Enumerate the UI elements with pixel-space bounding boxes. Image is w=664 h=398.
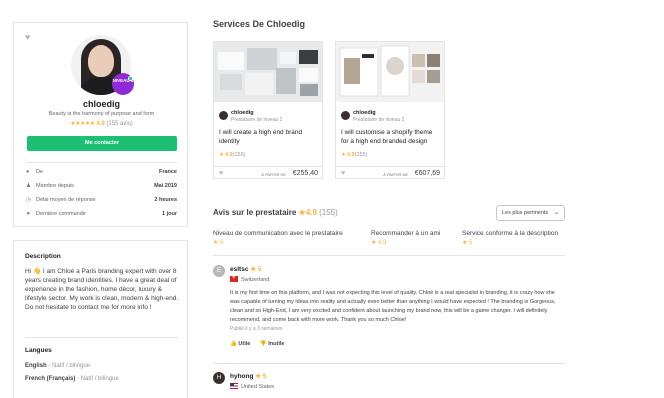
useless-button[interactable]: 👎 Inutile <box>260 341 285 347</box>
language-item: French (Français) - Natif / bilingue <box>25 376 119 382</box>
review-item: H hyhong ★ 5 United States <box>213 372 565 398</box>
stat-value: France <box>158 169 177 175</box>
reviews-title: Avis sur le prestataire ★4.9 (155) <box>213 208 338 217</box>
reviewer-name: esltsc ★ 5 <box>230 266 262 273</box>
useful-button[interactable]: 👍 Utile <box>230 341 250 347</box>
sort-dropdown[interactable]: Les plus pertinents ⌄ <box>496 205 565 221</box>
price-label: À PARTIR DE <box>383 172 408 177</box>
divider <box>213 255 565 256</box>
seller-username[interactable]: chloedig <box>14 99 189 109</box>
stat-value: Mai 2019 <box>154 183 177 189</box>
divider <box>26 162 177 163</box>
gig-price[interactable]: €255,40 <box>293 170 318 177</box>
description-title: Description <box>25 253 61 260</box>
gig-title[interactable]: I will create a high end brand identity <box>219 128 319 146</box>
rating-breakdown-as-described: Service conforme à la description ★ 5 <box>462 230 559 246</box>
seller-avatar <box>219 111 228 120</box>
divider <box>25 337 178 338</box>
star-icon: ★ <box>341 152 346 158</box>
language-item: English - Natif / bilingue <box>25 363 91 369</box>
review-helpful: 👍 Utile 👎 Inutile <box>230 341 292 347</box>
seller-name[interactable]: chloedig <box>231 110 254 116</box>
stat-label: De <box>36 169 44 175</box>
seller-stat-row: ◷ Délai moyen de réponse 2 heures <box>26 197 177 207</box>
user-icon: ♟ <box>26 183 31 189</box>
contact-button[interactable]: Me contacter <box>27 136 177 151</box>
seller-stat-row: ➤ Dernière commande 1 jour <box>26 211 177 221</box>
seller-stat-row: ♟ Membre depuis Mai 2019 <box>26 183 177 193</box>
gig-card[interactable]: chloedig Prestataire de niveau 2 I will … <box>335 41 445 179</box>
seller-level: Prestataire de niveau 2 <box>231 117 283 123</box>
stat-label: Dernière commande <box>36 211 86 217</box>
rating-breakdown-communication: Niveau de communication avec le prestata… <box>213 230 343 246</box>
stat-value: 2 heures <box>154 197 177 203</box>
seller-rating: ★★★★★ 4.9 (155 avis) <box>14 120 189 127</box>
gig-rating: ★ 4.9(155) <box>341 152 368 158</box>
flag-united-states-icon <box>230 383 238 389</box>
languages-title: Langues <box>25 347 52 354</box>
reviewer-avatar: E <box>213 265 225 277</box>
review-text: It is my first time on this platform, an… <box>230 290 556 323</box>
gig-price[interactable]: €607,69 <box>415 170 440 177</box>
reviewer-name: hyhong ★ 5 <box>230 373 267 380</box>
reviewer-country: Switzerland <box>230 275 269 283</box>
star-rating-icon: ★★★★★ <box>70 121 95 127</box>
star-icon: ★ <box>219 152 224 158</box>
clock-icon: ◷ <box>26 197 31 203</box>
star-icon: ★ <box>298 208 306 217</box>
gig-title[interactable]: I will customise a shopify theme for a h… <box>341 128 441 146</box>
review-item: E esltsc ★ 5 Switzerland It is my first … <box>213 265 565 355</box>
services-title: Services De Chloedig <box>213 19 306 29</box>
seller-name[interactable]: chloedig <box>353 110 376 116</box>
seller-tagline: Beauty is the harmony of purpose and for… <box>48 111 155 117</box>
stat-value: 1 jour <box>162 211 177 217</box>
rating-count: (155 avis) <box>106 121 133 127</box>
stat-label: Membre depuis <box>36 183 74 189</box>
gig-thumbnail[interactable] <box>336 42 444 102</box>
heart-icon[interactable]: ♥ <box>219 170 223 177</box>
chevron-down-icon: ⌄ <box>553 210 559 216</box>
flag-switzerland-icon <box>230 275 238 282</box>
location-pin-icon: ● <box>26 169 30 175</box>
gig-footer: ♥ À PARTIR DE €607,69 <box>336 166 444 180</box>
gig-thumbnail[interactable] <box>214 42 322 102</box>
rating-value: 4.9 <box>96 121 105 127</box>
rating-breakdown-recommend: Recommander à un ami ★ 4.9 <box>371 230 441 246</box>
divider <box>213 363 565 364</box>
description-text: Hi 👋 I am Chloé a Paris branding expert … <box>25 268 179 311</box>
seller-avatar <box>341 111 350 120</box>
online-status-dot <box>128 76 133 81</box>
seller-level: Prestataire de niveau 2 <box>353 117 405 123</box>
seller-profile-card: ♥ NIVEAU 2 chloedig Beauty is the harmon… <box>13 22 188 227</box>
gig-footer: ♥ À PARTIR DE €255,40 <box>214 166 322 180</box>
send-icon: ➤ <box>26 211 31 217</box>
heart-icon[interactable]: ♥ <box>341 170 345 177</box>
review-date: Publié il y a 3 semaines <box>230 326 283 332</box>
price-label: À PARTIR DE <box>261 172 286 177</box>
reviewer-avatar: H <box>213 372 225 384</box>
gig-rating: ★ 4.9(155) <box>219 152 246 158</box>
heart-icon[interactable]: ♥ <box>25 32 30 42</box>
reviewer-country: United States <box>230 383 274 390</box>
description-card: Description Hi 👋 I am Chloé a Paris bran… <box>13 240 188 398</box>
seller-stat-row: ● De France <box>26 169 177 179</box>
stat-label: Délai moyen de réponse <box>36 197 96 203</box>
gig-card[interactable]: chloedig Prestataire de niveau 2 I will … <box>213 41 323 179</box>
